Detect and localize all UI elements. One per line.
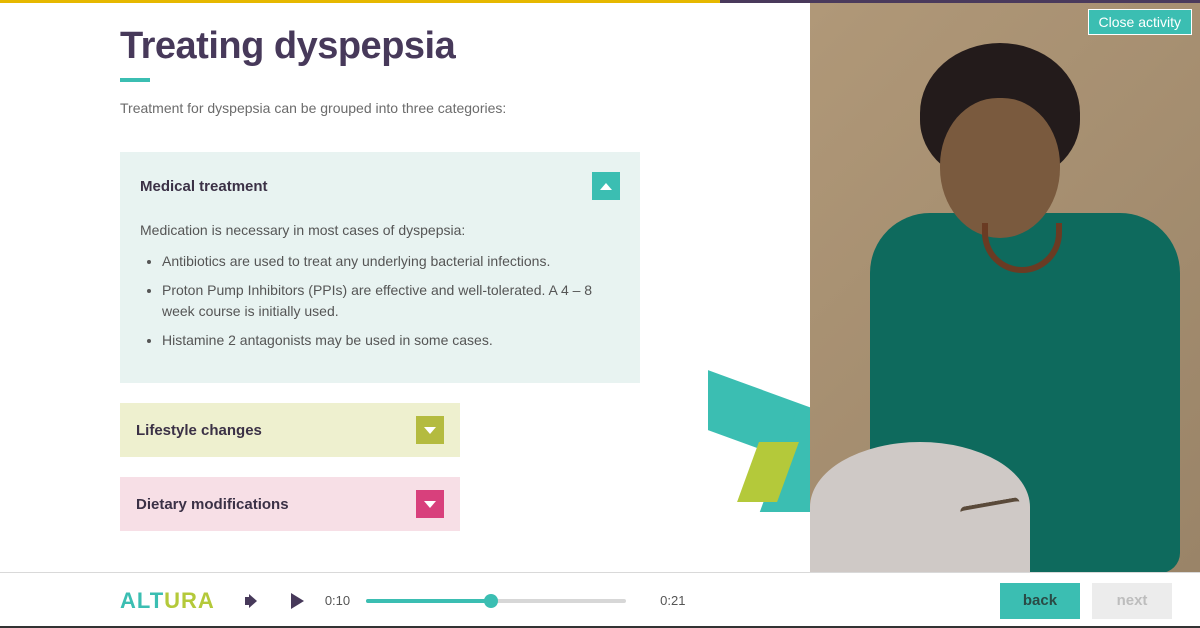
speaker-icon xyxy=(245,594,259,608)
accordion-header[interactable]: Dietary modifications xyxy=(120,477,460,531)
accordion-header[interactable]: Lifestyle changes xyxy=(120,403,460,457)
back-button[interactable]: back xyxy=(1000,583,1080,619)
accordion-collapse-button[interactable] xyxy=(592,172,620,200)
play-button[interactable] xyxy=(289,592,307,610)
chevron-down-icon xyxy=(424,427,436,434)
seek-thumb[interactable] xyxy=(484,594,498,608)
duration: 0:21 xyxy=(660,593,685,608)
seek-progress xyxy=(366,599,491,603)
volume-button[interactable] xyxy=(243,592,261,610)
accordion-item-medical: Medical treatment Medication is necessar… xyxy=(120,152,640,383)
accordion-expand-button[interactable] xyxy=(416,416,444,444)
accordion-item-body: Medication is necessary in most cases of… xyxy=(140,220,620,351)
accordion-item-dietary: Dietary modifications xyxy=(120,477,640,531)
hero-image: Close activity xyxy=(810,3,1200,572)
accordion-item-lifestyle: Lifestyle changes xyxy=(120,403,640,457)
panel-lead: Medication is necessary in most cases of… xyxy=(140,220,620,241)
player-bar: ALTURA 0:10 0:21 back next xyxy=(0,572,1200,628)
title-underline xyxy=(120,78,150,82)
close-activity-button[interactable]: Close activity xyxy=(1088,9,1192,35)
chevron-up-icon xyxy=(600,183,612,190)
accordion-item-title: Dietary modifications xyxy=(136,496,289,513)
seek-bar[interactable] xyxy=(366,599,626,603)
panel-bullet: Proton Pump Inhibitors (PPIs) are effect… xyxy=(162,280,620,322)
current-time: 0:10 xyxy=(325,593,350,608)
panel-bullet: Antibiotics are used to treat any underl… xyxy=(162,251,620,272)
next-button[interactable]: next xyxy=(1092,583,1172,619)
accordion-item-title: Lifestyle changes xyxy=(136,422,262,439)
accordion: Medical treatment Medication is necessar… xyxy=(120,152,640,531)
accordion-expand-button[interactable] xyxy=(416,490,444,518)
panel-bullet: Histamine 2 antagonists may be used in s… xyxy=(162,330,620,351)
page-title: Treating dyspepsia xyxy=(120,25,810,68)
accordion-item-title: Medical treatment xyxy=(140,178,268,195)
play-icon xyxy=(291,593,304,609)
brand-logo: ALTURA xyxy=(120,588,215,614)
intro-text: Treatment for dyspepsia can be grouped i… xyxy=(120,100,810,116)
chevron-down-icon xyxy=(424,501,436,508)
